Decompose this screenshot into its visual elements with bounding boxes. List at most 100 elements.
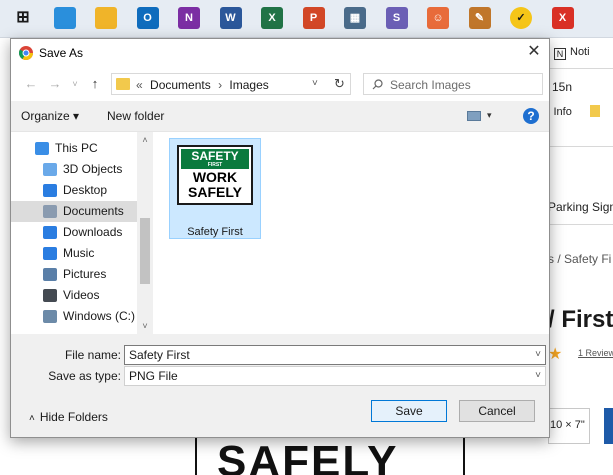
size-option-selected[interactable] <box>604 408 613 444</box>
background-web-page: N Noti 15n l Info Parking Signs s / Safet… <box>548 38 613 475</box>
sign-border <box>195 438 197 475</box>
hide-folders-label: Hide Folders <box>39 410 108 424</box>
nav-item[interactable]: This PC <box>11 138 137 159</box>
file-item-safety-first[interactable]: SAFETY FIRST WORK SAFELY Safety First <box>169 138 261 239</box>
forward-button[interactable]: → <box>47 76 63 92</box>
nav-item-label: Videos <box>63 288 100 302</box>
content-area: This PC 3D Objects Desktop Documents Downloa… <box>11 131 549 335</box>
browser-tab-label: Noti <box>570 46 590 58</box>
arrow-right-icon: → <box>48 76 62 91</box>
nav-item-label: 3D Objects <box>63 162 123 176</box>
nav-item[interactable]: Windows (C:) <box>11 306 137 327</box>
nav-item-label: Desktop <box>63 183 108 197</box>
paint-icon[interactable]: ✎ <box>468 7 491 29</box>
browser-tab[interactable]: N Noti <box>554 46 613 64</box>
word-icon[interactable]: W <box>219 7 242 29</box>
norton-icon[interactable]: ✓ <box>510 7 532 29</box>
dialog-title: Save As <box>39 46 84 60</box>
recent-locations-button[interactable]: ˅ <box>67 76 83 92</box>
scroll-up-arrow[interactable]: ˄ <box>139 134 151 146</box>
back-button[interactable]: ← <box>23 76 39 92</box>
skype-icon[interactable]: S <box>385 7 408 29</box>
new-folder-button[interactable]: New folder <box>107 109 164 123</box>
nav-item[interactable]: 3D Objects <box>11 159 137 180</box>
chevron-down-icon[interactable]: ▾ <box>487 110 492 121</box>
nav-item-label: Documents <box>63 204 124 218</box>
nav-item[interactable]: Pictures <box>11 264 137 285</box>
breadcrumb-documents[interactable]: Documents <box>150 78 211 92</box>
sign-text: SAFETY <box>191 149 239 163</box>
help-icon[interactable]: ? <box>523 108 539 124</box>
file-explorer-icon[interactable] <box>95 7 117 29</box>
powerpoint-icon[interactable]: P <box>302 7 325 29</box>
close-icon: ✕ <box>527 43 541 60</box>
save-as-type-label: Save as type: <box>48 369 121 383</box>
nav-link-parking-signs[interactable]: Parking Signs <box>548 200 613 214</box>
start-icon[interactable]: ⊞ <box>12 7 34 29</box>
navigation-scrollbar[interactable]: ˄ ˅ <box>137 132 153 335</box>
dialog-footer: File name: Safety First ˅ Save as type: … <box>11 334 549 437</box>
this-pc-icon <box>35 142 49 155</box>
address-box[interactable]: « Documents › Images ˅ ↻ <box>111 73 351 95</box>
documents-icon <box>43 205 57 218</box>
cancel-button[interactable]: Cancel <box>459 400 535 422</box>
outlook-icon[interactable]: O <box>136 7 159 29</box>
nav-item-label: Music <box>63 246 95 260</box>
file-name-label: File name: <box>64 348 121 362</box>
nav-item[interactable]: Downloads <box>11 222 137 243</box>
breadcrumb-images[interactable]: Images <box>229 78 268 92</box>
save-as-type-select[interactable]: PNG File ˅ <box>124 366 546 386</box>
bookmark-info[interactable]: l Info <box>548 106 572 118</box>
support-icon[interactable]: ☺ <box>427 7 449 29</box>
page-text-15n: 15n <box>552 80 573 94</box>
onenote-icon[interactable]: N <box>178 7 200 29</box>
nav-item[interactable]: Documents <box>11 201 137 222</box>
scrollbar-thumb[interactable] <box>140 218 150 284</box>
chrome-icon <box>19 46 33 60</box>
nav-item[interactable]: Music <box>11 243 137 264</box>
refresh-icon[interactable]: ↻ <box>334 76 345 92</box>
chevron-down-icon[interactable]: ˅ <box>312 78 318 89</box>
chevron-down-icon: ˅ <box>72 79 78 89</box>
divider <box>548 68 613 69</box>
search-input[interactable]: Search Images <box>390 78 471 92</box>
chevron-down-icon[interactable]: ˅ <box>535 346 541 364</box>
page-breadcrumb[interactable]: s / Safety Fi <box>548 252 611 266</box>
nav-item-label: Pictures <box>63 267 107 281</box>
file-name-input[interactable]: Safety First ˅ <box>124 345 546 365</box>
pdf-icon[interactable]: X <box>551 7 574 29</box>
command-bar: Organize ▾ New folder ▾ ? <box>11 101 549 131</box>
divider <box>548 146 613 147</box>
review-link[interactable]: 1 Review <box>578 348 613 358</box>
sign-header: SAFETY FIRST <box>181 149 249 169</box>
sign-border <box>463 438 465 475</box>
excel-icon[interactable]: X <box>261 7 283 29</box>
breadcrumb-overflow[interactable]: « <box>136 78 143 92</box>
organize-menu[interactable]: Organize ▾ <box>21 109 79 123</box>
pictures-icon <box>43 268 57 281</box>
chevron-right-icon[interactable]: › <box>218 78 222 92</box>
nav-item[interactable]: Videos <box>11 285 137 306</box>
chevron-down-icon[interactable]: ˅ <box>535 367 541 385</box>
edge-icon[interactable] <box>53 7 76 29</box>
music-icon <box>43 247 57 260</box>
star-icon: ★ <box>548 346 563 363</box>
bookmark-folder-icon <box>590 105 600 117</box>
product-title: / First <box>548 306 613 333</box>
hide-folders-button[interactable]: ˄ Hide Folders <box>29 410 108 424</box>
close-button[interactable]: ✕ <box>523 41 545 63</box>
file-list: SAFETY FIRST WORK SAFELY Safety First <box>153 132 549 335</box>
search-box[interactable]: Search Images <box>363 73 543 95</box>
nav-item[interactable]: Desktop <box>11 180 137 201</box>
calculator-icon[interactable]: ▦ <box>344 7 366 29</box>
product-image: SAFELY <box>195 438 465 475</box>
view-options-icon[interactable] <box>467 111 481 121</box>
dialog-titlebar[interactable]: Save As ✕ <box>11 39 549 67</box>
up-button[interactable]: ↑ <box>87 76 103 92</box>
folder-icon <box>116 78 130 90</box>
save-button[interactable]: Save <box>371 400 447 422</box>
scroll-down-arrow[interactable]: ˅ <box>139 320 151 332</box>
file-thumbnail: SAFETY FIRST WORK SAFELY <box>177 145 253 205</box>
save-as-dialog: Save As ✕ ← → ˅ ↑ « Documents › Images ˅… <box>10 38 550 438</box>
file-name-label: Safety First <box>187 226 243 238</box>
